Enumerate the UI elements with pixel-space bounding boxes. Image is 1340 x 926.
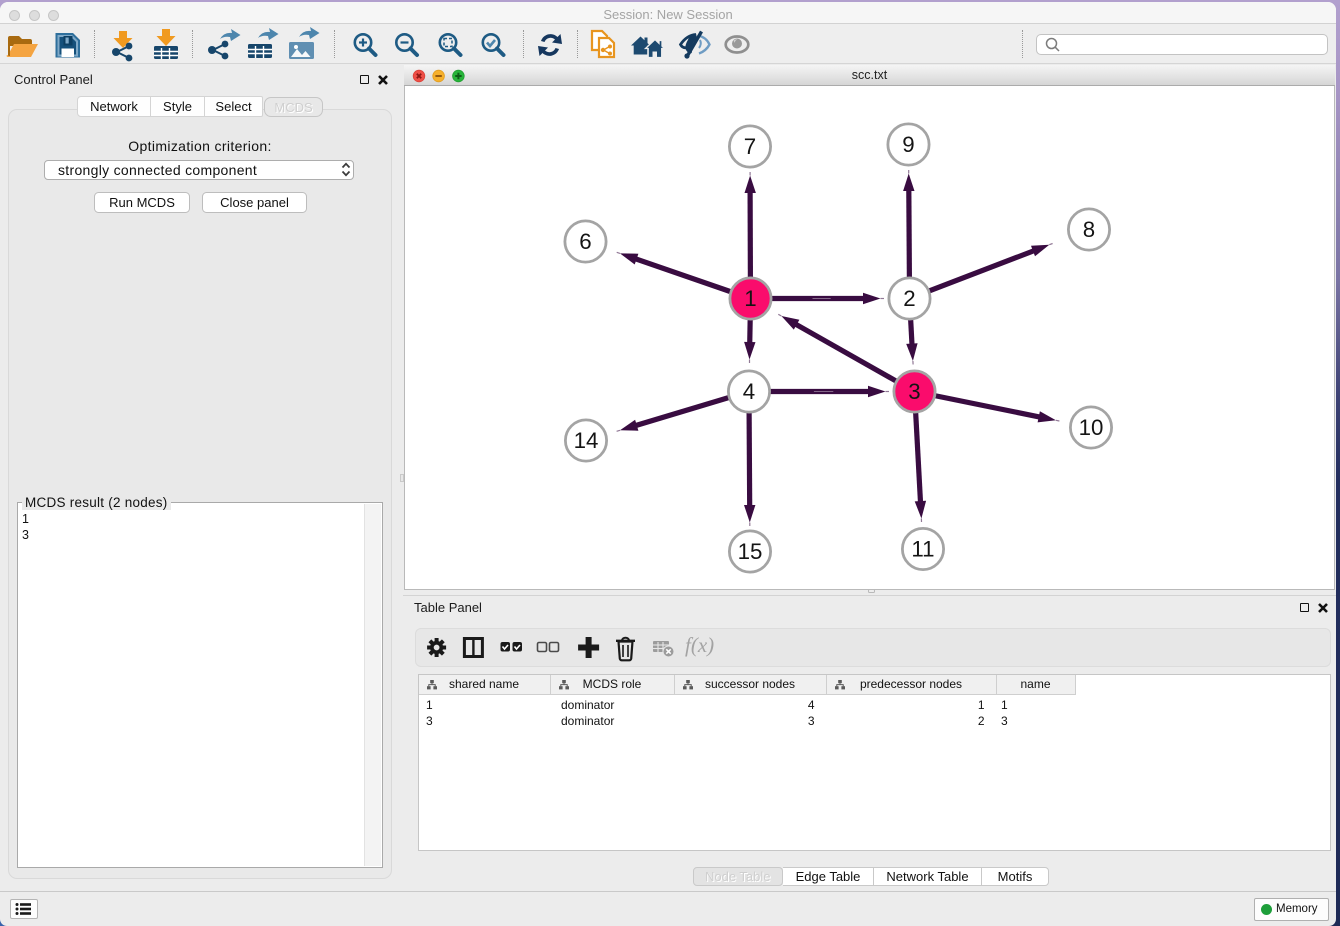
svg-text:9: 9 bbox=[902, 132, 914, 157]
svg-text:8: 8 bbox=[1083, 217, 1095, 242]
svg-text:4: 4 bbox=[743, 379, 755, 404]
svg-text:3: 3 bbox=[908, 379, 920, 404]
svg-text:2: 2 bbox=[903, 286, 915, 311]
svg-text:7: 7 bbox=[744, 134, 756, 159]
svg-text:6: 6 bbox=[579, 229, 591, 254]
svg-text:1: 1 bbox=[744, 286, 756, 311]
svg-text:11: 11 bbox=[911, 536, 934, 561]
svg-text:10: 10 bbox=[1079, 415, 1104, 440]
svg-text:14: 14 bbox=[574, 428, 599, 453]
svg-text:15: 15 bbox=[738, 539, 763, 564]
